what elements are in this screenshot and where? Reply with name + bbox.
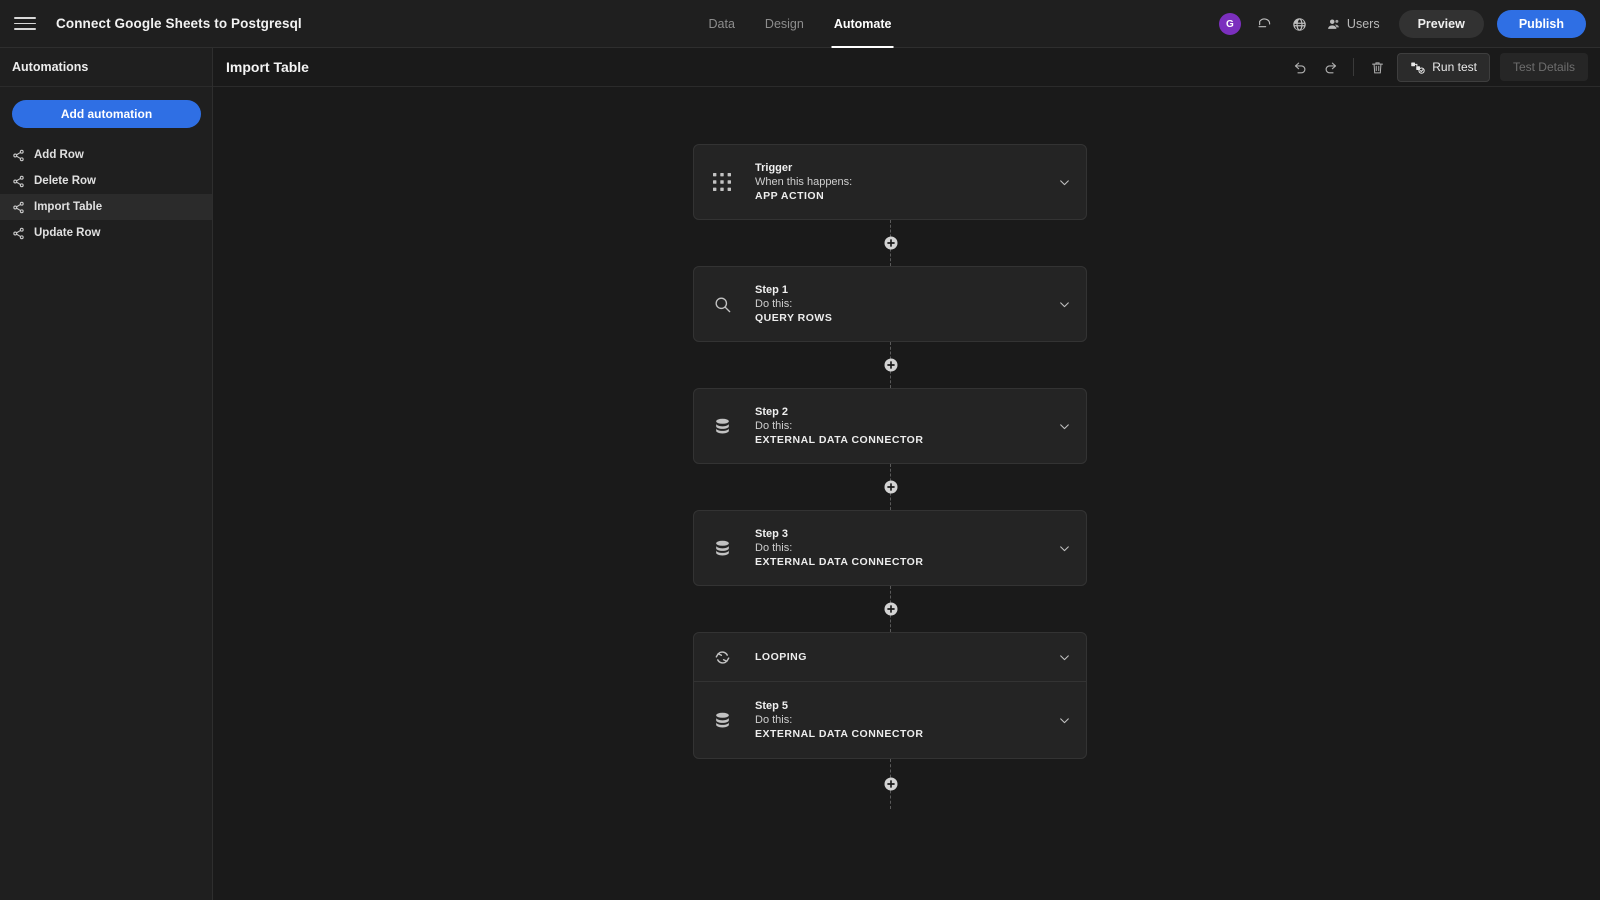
publish-button[interactable]: Publish [1496,10,1586,38]
tab-data[interactable]: Data [709,0,735,48]
looping-label: LOOPING [755,651,807,663]
database-icon [709,413,735,439]
flow-card-step: Step 1 [755,284,789,296]
database-icon [709,535,735,561]
database-icon [709,707,735,733]
hamburger-icon[interactable] [14,13,36,35]
main-header: Import Table Run test Test Details [213,48,1600,87]
automation-list: Add Row Delete Row Import Table Update R… [0,142,212,246]
grid-dots-icon [709,169,735,195]
header-toolbar: Run test Test Details [1290,52,1588,82]
flow-card-type: EXTERNAL DATA CONNECTOR [755,434,924,446]
chevron-down-icon[interactable] [1058,542,1071,555]
add-step-button[interactable] [884,602,897,616]
trash-icon[interactable] [1367,57,1387,77]
sidebar-header: Automations [0,48,212,87]
flow-card-sub: Do this: [755,420,793,432]
flow-card-step: Step 5 [755,700,789,712]
tab-automate[interactable]: Automate [831,0,894,48]
chevron-down-icon[interactable] [1058,651,1071,664]
tab-design[interactable]: Design [765,0,804,48]
flow-card-sub: Do this: [755,542,793,554]
automation-flow: Trigger When this happens: APP ACTION St… [693,144,1087,809]
flow-card-step-2[interactable]: Step 2 Do this: EXTERNAL DATA CONNECTOR [693,388,1087,464]
top-tabs: Data Design Automate [709,0,894,48]
flow-connector [884,586,897,632]
sidebar-item-label: Import Table [34,201,103,213]
add-step-button[interactable] [884,777,897,791]
share-icon [12,175,25,188]
app-title: Connect Google Sheets to Postgresql [56,16,302,31]
flow-connector [884,464,897,510]
sidebar-item-label: Delete Row [34,175,96,187]
undo-icon[interactable] [1290,57,1310,77]
flow-card-step-1[interactable]: Step 1 Do this: QUERY ROWS [693,266,1087,342]
flow-card-step-3[interactable]: Step 3 Do this: EXTERNAL DATA CONNECTOR [693,510,1087,586]
flow-connector [884,342,897,388]
sidebar-item-label: Update Row [34,227,101,239]
flow-connector [884,220,897,266]
run-test-icon [1410,60,1425,75]
flow-card-sub: Do this: [755,714,793,726]
test-details-button[interactable]: Test Details [1499,53,1588,81]
top-bar-actions: G Users Preview Publish [1218,0,1586,48]
add-step-button[interactable] [884,480,897,494]
share-icon [12,201,25,214]
share-icon [12,227,25,240]
users-label: Users [1346,17,1380,31]
sidebar-item-import-table[interactable]: Import Table [0,194,212,220]
flow-card-type: QUERY ROWS [755,312,833,324]
flow-card-step: Step 2 [755,406,789,418]
run-test-button[interactable]: Run test [1397,52,1490,82]
flow-card-sub: When this happens: [755,176,853,188]
flow-card-type: EXTERNAL DATA CONNECTOR [755,556,924,568]
sidebar-item-add-row[interactable]: Add Row [0,142,212,168]
sidebar-item-label: Add Row [34,149,84,161]
loop-icon [709,644,735,670]
search-icon [709,291,735,317]
automation-canvas[interactable]: Trigger When this happens: APP ACTION St… [213,87,1600,900]
flow-connector-end [884,759,897,809]
flow-card-step-5[interactable]: Step 5 Do this: EXTERNAL DATA CONNECTOR [694,682,1086,758]
users-icon [1326,13,1341,35]
chevron-down-icon[interactable] [1058,298,1071,311]
flow-card-type: APP ACTION [755,190,825,202]
preview-button[interactable]: Preview [1398,10,1484,38]
top-bar: Connect Google Sheets to Postgresql Data… [0,0,1600,48]
flow-card-trigger[interactable]: Trigger When this happens: APP ACTION [693,144,1087,220]
sidebar-item-update-row[interactable]: Update Row [0,220,212,246]
toolbar-divider [1353,58,1355,76]
flow-card-step: Trigger [755,162,793,174]
flow-card-looping[interactable]: LOOPING [694,633,1086,681]
add-step-button[interactable] [884,358,897,372]
add-step-button[interactable] [884,236,897,250]
chevron-down-icon[interactable] [1058,714,1071,727]
page-title: Import Table [226,59,309,75]
chevron-down-icon[interactable] [1058,420,1071,433]
share-icon [12,149,25,162]
add-automation-button[interactable]: Add automation [12,100,201,128]
run-test-label: Run test [1432,60,1477,74]
users-button[interactable]: Users [1326,13,1380,35]
flow-group-looping: LOOPING Step 5 Do this: EXTERNAL DATA CO… [693,632,1087,759]
sidebar-item-delete-row[interactable]: Delete Row [0,168,212,194]
flow-card-sub: Do this: [755,298,793,310]
flow-card-step: Step 3 [755,528,789,540]
flow-card-type: EXTERNAL DATA CONNECTOR [755,728,924,740]
avatar[interactable]: G [1218,13,1241,35]
sidebar: Automations Add automation Add Row Delet… [0,48,213,900]
redo-icon[interactable] [1320,57,1340,77]
chevron-down-icon[interactable] [1058,176,1071,189]
globe-icon[interactable] [1289,13,1311,35]
undo-icon[interactable] [1254,13,1276,35]
